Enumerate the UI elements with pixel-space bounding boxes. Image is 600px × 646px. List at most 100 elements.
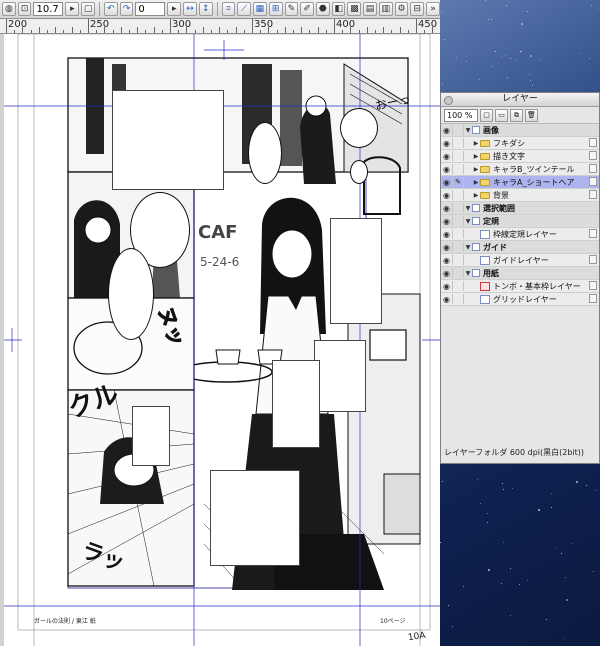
brush-size-icon[interactable]: ◍ — [2, 2, 16, 16]
text-placeholder-box[interactable] — [132, 406, 170, 466]
folder-triangle-icon[interactable]: ▶ — [472, 192, 480, 199]
layer-section-header[interactable]: ◉ ▼ 選択範囲 — [441, 202, 599, 215]
speech-bubble[interactable] — [340, 108, 378, 148]
text-placeholder-box[interactable] — [272, 360, 320, 448]
visibility-eye-icon[interactable]: ◉ — [441, 177, 453, 187]
visibility-eye-icon[interactable]: ◉ — [441, 138, 453, 148]
visibility-eye-icon[interactable]: ◉ — [441, 229, 453, 239]
visibility-eye-icon[interactable]: ◉ — [441, 190, 453, 200]
grid-snap-icon[interactable]: ▦ — [253, 2, 267, 16]
visibility-eye-icon[interactable]: ◉ — [441, 255, 453, 265]
fit-page-icon[interactable]: ▢ — [81, 2, 95, 16]
layer-property-icon[interactable] — [589, 138, 597, 147]
flip-vertical-icon[interactable]: ↕ — [198, 2, 213, 16]
layer-row[interactable]: ◉ ▶ 背景 — [441, 189, 599, 202]
pen-tool-icon[interactable]: ✎ — [284, 2, 299, 16]
visibility-eye-icon[interactable]: ◉ — [441, 216, 453, 226]
special-ruler-snap-icon[interactable]: ⟋ — [237, 2, 252, 16]
folder-triangle-icon[interactable]: ▶ — [472, 166, 480, 173]
lock-toggle-icon[interactable] — [453, 268, 464, 278]
layer-row[interactable]: ◉ 枠線定規レイヤー — [441, 228, 599, 241]
lock-toggle-icon[interactable] — [453, 164, 464, 174]
zoom-preset-icon[interactable]: ⊡ — [17, 2, 32, 16]
layer-row[interactable]: ◉ ✎ ▶ キャラA_ショートヘア — [441, 176, 599, 189]
lock-toggle-icon[interactable] — [453, 216, 464, 226]
visibility-eye-icon[interactable]: ◉ — [441, 164, 453, 174]
layer-property-icon[interactable] — [589, 177, 597, 186]
expand-triangle-icon[interactable]: ▼ — [464, 270, 472, 277]
visibility-eye-icon[interactable]: ◉ — [441, 281, 453, 291]
layer-section-header[interactable]: ◉ ▼ ガイド — [441, 241, 599, 254]
layer-row[interactable]: ◉ トンボ・基本枠レイヤー — [441, 280, 599, 293]
lock-toggle-icon[interactable] — [453, 255, 464, 265]
screentone-icon[interactable]: ▤ — [363, 2, 377, 16]
layer-row[interactable]: ◉ ▶ 描き文字 — [441, 150, 599, 163]
guide-snap-icon[interactable]: ⊞ — [268, 2, 283, 16]
visibility-eye-icon[interactable]: ◉ — [441, 203, 453, 213]
lock-toggle-icon[interactable] — [453, 203, 464, 213]
visibility-eye-icon[interactable]: ◉ — [441, 151, 453, 161]
zoom-input[interactable] — [33, 2, 64, 16]
canvas-area[interactable]: CAF 5-24-6 おーっ ヌッ クル ラッ ガールの法則 / 東江 紙 10… — [0, 34, 440, 646]
lock-toggle-icon[interactable] — [453, 281, 464, 291]
layer-row[interactable]: ◉ ▶ フキダシ — [441, 137, 599, 150]
eraser-tool-icon[interactable]: ◧ — [331, 2, 346, 16]
layer-section-header[interactable]: ◉ ▼ 用紙 — [441, 267, 599, 280]
layer-property-icon[interactable] — [589, 164, 597, 173]
delete-layer-icon[interactable]: 🗑 — [525, 108, 538, 122]
layer-row[interactable]: ◉ ▶ キャラB_ツインテール — [441, 163, 599, 176]
rotate-left-icon[interactable]: ↶ — [103, 2, 118, 16]
layer-zoom-field[interactable]: 100 % — [444, 108, 478, 122]
layer-property-icon[interactable] — [589, 294, 597, 303]
expand-triangle-icon[interactable]: ▼ — [464, 205, 472, 212]
pencil-tool-icon[interactable]: ✐ — [300, 2, 314, 16]
layer-section-header[interactable]: ◉ ▼ 定規 — [441, 215, 599, 228]
settings-icon[interactable]: ⚙ — [394, 2, 409, 16]
lock-toggle-icon[interactable] — [453, 242, 464, 252]
visibility-eye-icon[interactable]: ◉ — [441, 125, 453, 135]
lock-toggle-icon[interactable] — [453, 229, 464, 239]
rotation-step-icon[interactable]: ▸ — [167, 2, 182, 16]
new-folder-icon[interactable]: ▭ — [495, 108, 508, 122]
layer-property-icon[interactable] — [589, 151, 597, 160]
speech-bubble[interactable] — [248, 122, 282, 184]
layer-property-icon[interactable] — [589, 190, 597, 199]
pattern-icon[interactable]: ▩ — [347, 2, 362, 16]
duplicate-layer-icon[interactable]: ⧉ — [510, 108, 523, 122]
lock-toggle-icon[interactable] — [453, 151, 464, 161]
text-placeholder-box[interactable] — [314, 340, 366, 412]
expand-triangle-icon[interactable]: ▼ — [464, 244, 472, 251]
folder-triangle-icon[interactable]: ▶ — [472, 179, 480, 186]
folder-triangle-icon[interactable]: ▶ — [472, 140, 480, 147]
lock-toggle-icon[interactable] — [453, 125, 464, 135]
new-layer-icon[interactable]: ▢ — [480, 108, 493, 122]
visibility-eye-icon[interactable]: ◉ — [441, 242, 453, 252]
folder-triangle-icon[interactable]: ▶ — [472, 153, 480, 160]
layer-property-icon[interactable] — [589, 229, 597, 238]
speech-bubble[interactable] — [350, 160, 368, 184]
text-placeholder-box[interactable] — [330, 218, 382, 324]
ruler-snap-icon[interactable]: ⌗ — [221, 2, 236, 16]
hatching-icon[interactable]: ▥ — [378, 2, 393, 16]
layer-property-icon[interactable] — [589, 281, 597, 290]
text-placeholder-box[interactable] — [210, 470, 300, 566]
close-icon[interactable] — [444, 96, 453, 105]
fill-tool-icon[interactable]: ⬣ — [315, 2, 330, 16]
lock-toggle-icon[interactable] — [453, 190, 464, 200]
layer-panel-titlebar[interactable]: レイヤー — [441, 93, 599, 107]
speech-bubble[interactable] — [108, 248, 154, 340]
visibility-eye-icon[interactable]: ◉ — [441, 294, 453, 304]
edit-pen-icon[interactable]: ✎ — [453, 177, 464, 187]
layer-row[interactable]: ◉ ガイドレイヤー — [441, 254, 599, 267]
expand-triangle-icon[interactable]: ▼ — [464, 218, 472, 225]
lock-toggle-icon[interactable] — [453, 294, 464, 304]
crop-icon[interactable]: ⊟ — [410, 2, 425, 16]
expand-triangle-icon[interactable]: ▼ — [464, 127, 472, 134]
layer-section-header[interactable]: ◉ ▼ 画像 — [441, 124, 599, 137]
rotation-input[interactable] — [135, 2, 166, 16]
text-placeholder-box[interactable] — [112, 90, 224, 190]
layer-row[interactable]: ◉ グリッドレイヤー — [441, 293, 599, 306]
expand-icon[interactable]: » — [426, 2, 440, 16]
manga-page[interactable]: CAF 5-24-6 おーっ ヌッ クル ラッ ガールの法則 / 東江 紙 10… — [4, 34, 440, 646]
zoom-step-icon[interactable]: ▸ — [65, 2, 80, 16]
